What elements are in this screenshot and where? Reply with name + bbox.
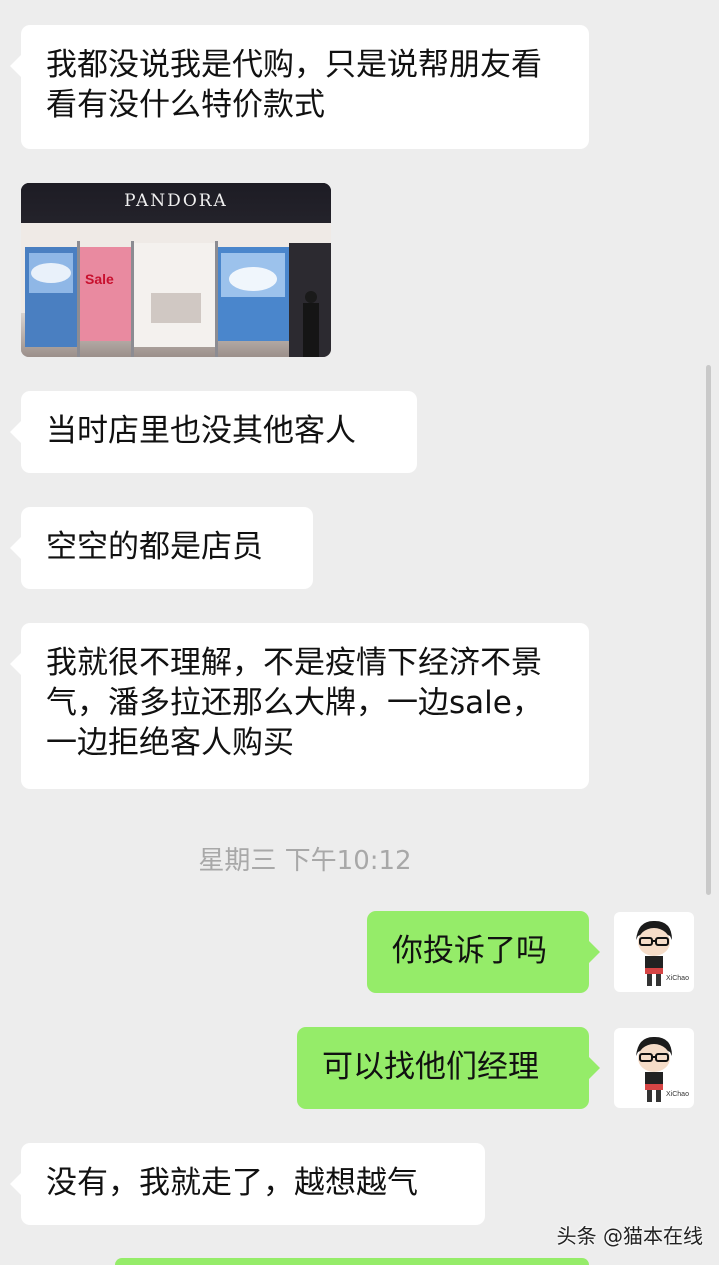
user-avatar[interactable]: XiChao <box>614 912 694 992</box>
message-text: 可以找他们经理 <box>322 1049 539 1085</box>
watermark: 头条 @猫本在线 <box>556 1224 703 1248</box>
message-bubble-outgoing-partial[interactable] <box>115 1258 589 1265</box>
avatar-caption: XiChao <box>666 1091 689 1098</box>
store-sign: PANDORA <box>124 191 228 211</box>
message-bubble-incoming[interactable]: 没有，我就走了，越想越气 <box>10 1143 485 1225</box>
message-text: 没有，我就走了，越想越气 <box>46 1165 418 1201</box>
message-bubble-incoming[interactable]: 我就很不理解，不是疫情下经济不景气，潘多拉还那么大牌，一边sale，一边拒绝客人… <box>10 623 589 789</box>
message-bubble-outgoing[interactable]: 可以找他们经理 <box>297 1027 600 1109</box>
scrollbar[interactable] <box>706 365 711 895</box>
message-text: 我就很不理解，不是疫情下经济不景气，潘多拉还那么大牌，一边sale，一边拒绝客人… <box>46 645 543 761</box>
message-text: 你投诉了吗 <box>392 933 547 969</box>
sale-sign: Sale <box>85 271 114 287</box>
message-bubble-outgoing[interactable]: 你投诉了吗 <box>367 911 600 993</box>
message-text: 我都没说我是代购，只是说帮朋友看看有没什么特价款式 <box>46 47 542 123</box>
message-bubble-incoming[interactable]: 我都没说我是代购，只是说帮朋友看看有没什么特价款式 <box>10 25 589 149</box>
message-text: 空空的都是店员 <box>46 529 263 565</box>
message-text: 当时店里也没其他客人 <box>46 413 356 449</box>
message-timestamp: 星期三 下午10:12 <box>198 846 412 876</box>
user-avatar[interactable]: XiChao <box>614 1028 694 1108</box>
message-bubble-incoming[interactable]: 当时店里也没其他客人 <box>10 391 417 473</box>
message-image-store-photo[interactable]: PANDORA Sale <box>21 183 331 357</box>
message-bubble-incoming[interactable]: 空空的都是店员 <box>10 507 313 589</box>
avatar-caption: XiChao <box>666 975 689 982</box>
